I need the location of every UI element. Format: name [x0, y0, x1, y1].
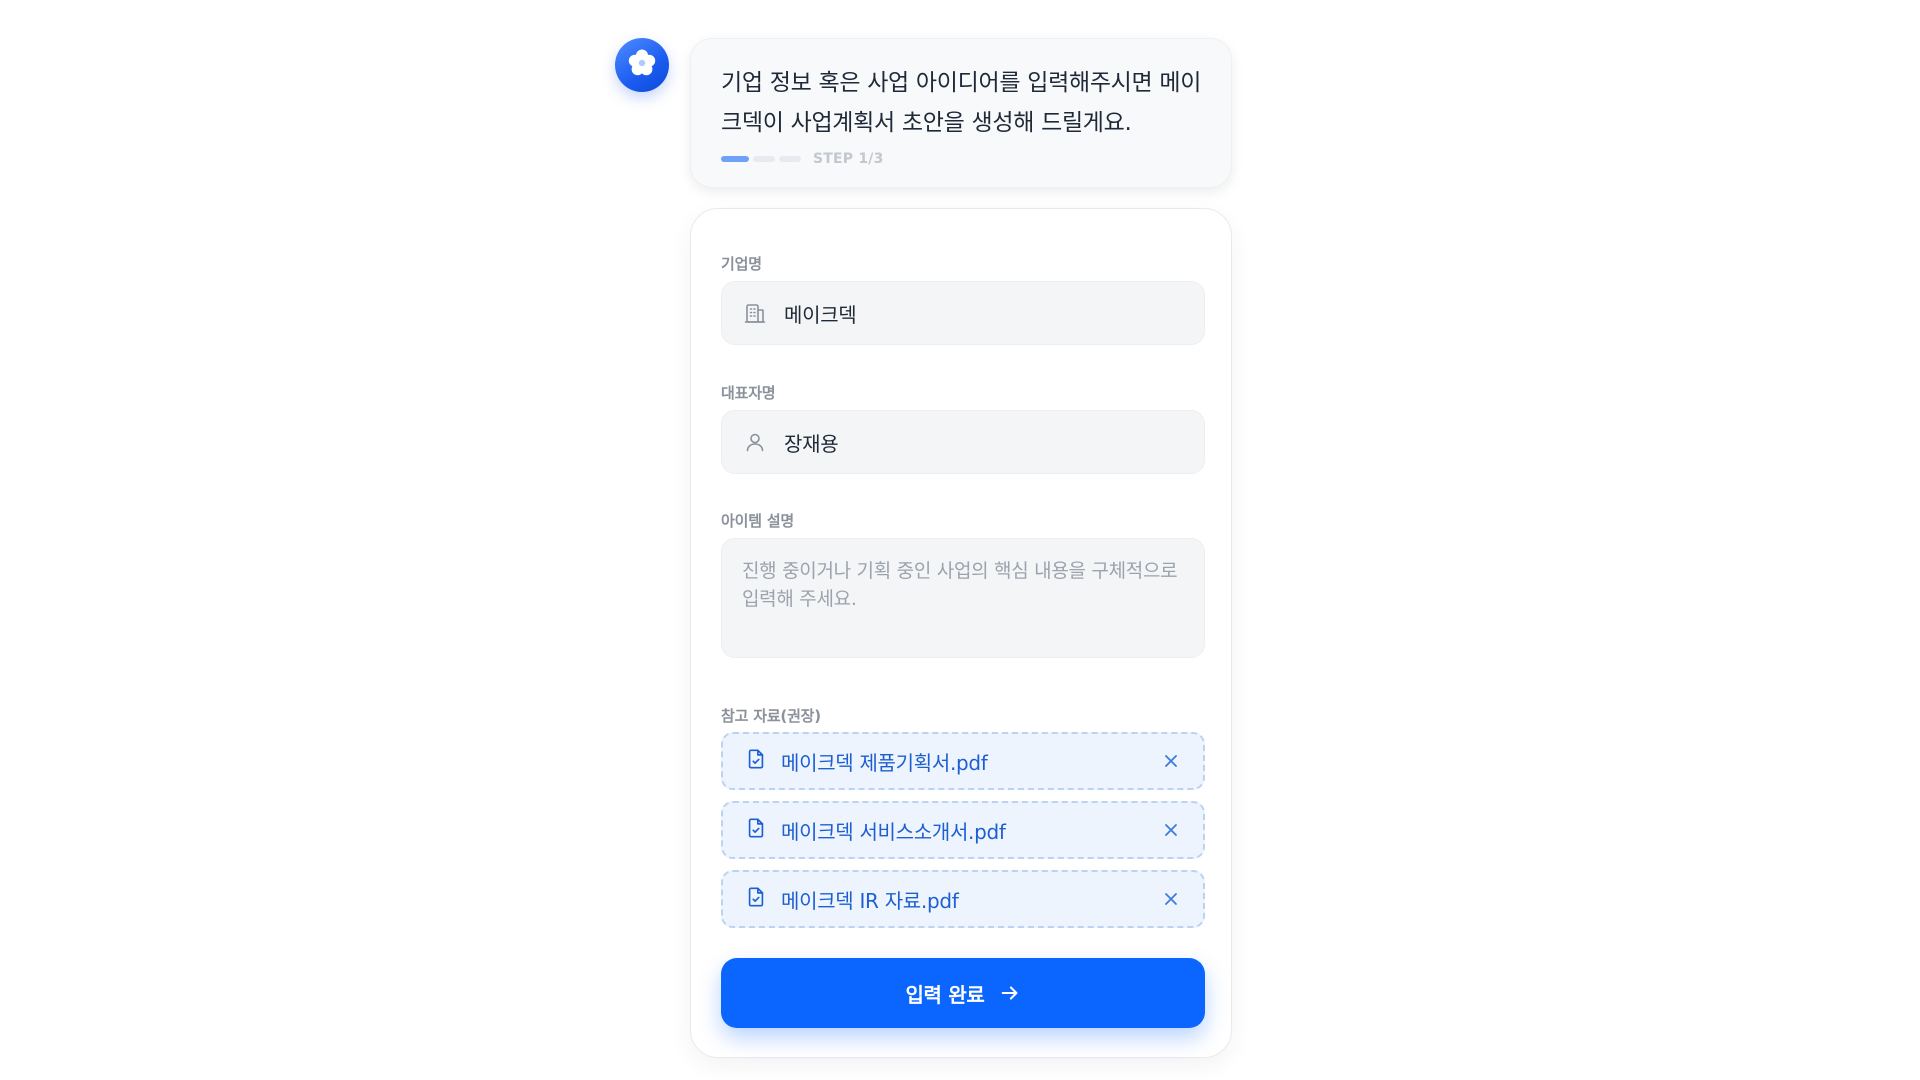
- arrow-right-icon: [999, 982, 1021, 1004]
- file-chip: 메이크덱 제품기획서.pdf: [721, 732, 1205, 790]
- file-check-icon: [745, 817, 767, 843]
- assistant-message-bubble: 기업 정보 혹은 사업 아이디어를 입력해주시면 메이크덱이 사업계획서 초안을…: [690, 38, 1232, 188]
- item-description-placeholder: 진행 중이거나 기획 중인 사업의 핵심 내용을 구체적으로 입력해 주세요.: [742, 560, 1178, 610]
- file-check-icon: [745, 748, 767, 774]
- ceo-name-value: 장재용: [784, 431, 839, 456]
- ceo-name-field[interactable]: 장재용: [721, 410, 1205, 474]
- remove-file-button[interactable]: [1159, 749, 1183, 773]
- company-name-label: 기업명: [721, 255, 762, 273]
- chat-stage: 기업 정보 혹은 사업 아이디어를 입력해주시면 메이크덱이 사업계획서 초안을…: [0, 0, 1920, 1080]
- ceo-name-label: 대표자명: [721, 384, 776, 402]
- remove-file-button[interactable]: [1159, 887, 1183, 911]
- step-progress: STEP 1/3: [721, 149, 1203, 169]
- assistant-message-text: 기업 정보 혹은 사업 아이디어를 입력해주시면 메이크덱이 사업계획서 초안을…: [721, 70, 1202, 136]
- file-name: 메이크덱 제품기획서.pdf: [781, 750, 988, 775]
- close-icon: [1165, 824, 1177, 836]
- assistant-avatar: [615, 38, 669, 92]
- progress-segment-2: [753, 156, 775, 162]
- file-chip: 메이크덱 서비스소개서.pdf: [721, 801, 1205, 859]
- item-description-label: 아이템 설명: [721, 512, 795, 530]
- step-label: STEP 1/3: [813, 151, 884, 167]
- file-name: 메이크덱 IR 자료.pdf: [781, 888, 959, 913]
- remove-file-button[interactable]: [1159, 818, 1183, 842]
- file-name: 메이크덱 서비스소개서.pdf: [781, 819, 1006, 844]
- progress-segment-3: [779, 156, 801, 162]
- file-chip: 메이크덱 IR 자료.pdf: [721, 870, 1205, 928]
- building-icon: [742, 300, 768, 326]
- company-name-field[interactable]: 메이크덱: [721, 281, 1205, 345]
- submit-button[interactable]: 입력 완료: [721, 958, 1205, 1028]
- business-info-form: 기업명 메이크덱 대표자명 장재용 아이템 설명 진행 중이거나 기획 중인 사…: [690, 208, 1232, 1058]
- close-icon: [1165, 893, 1177, 905]
- references-label: 참고 자료(권장): [721, 707, 821, 725]
- user-icon: [742, 429, 768, 455]
- close-icon: [1165, 755, 1177, 767]
- company-name-value: 메이크덱: [784, 302, 857, 327]
- progress-segment-1: [721, 156, 749, 162]
- item-description-textarea[interactable]: 진행 중이거나 기획 중인 사업의 핵심 내용을 구체적으로 입력해 주세요.: [721, 538, 1205, 658]
- flower-logo-icon: [625, 46, 659, 84]
- submit-button-label: 입력 완료: [905, 982, 985, 1007]
- file-check-icon: [745, 886, 767, 912]
